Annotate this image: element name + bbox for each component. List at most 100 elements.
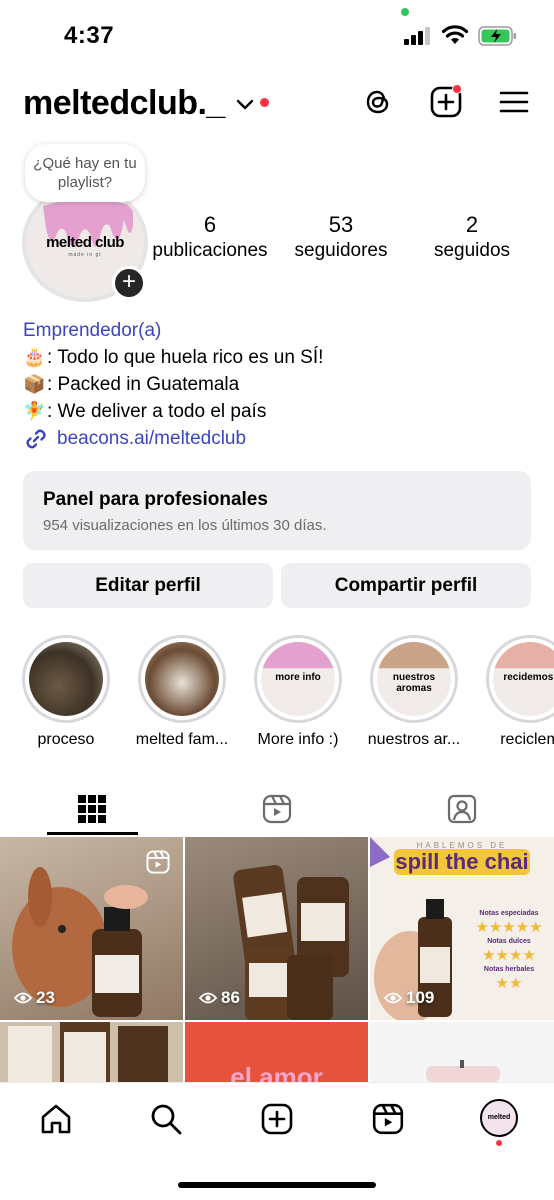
cellular-signal-icon [404,27,430,45]
highlight-item[interactable]: nuestros aromas nuestros ar... [366,635,462,749]
highlight-label: More info :) [257,731,339,748]
reel-badge-icon [146,850,170,874]
dashboard-title: Panel para profesionales [43,489,268,510]
profile-tabs [0,782,554,836]
highlight-item[interactable]: more info More info :) [250,635,346,749]
professional-dashboard[interactable]: Panel para profesionales 954 visualizaci… [23,471,531,550]
post-graphic-text: el amor [230,1062,323,1082]
battery-charging-icon [478,26,516,46]
highlight-photo [145,642,219,716]
highlight-label: reciclem [500,731,554,748]
active-tab-indicator [47,832,138,835]
profile-bio: Emprendedor(a) 🎂: Todo lo que huela rico… [23,318,323,425]
bio-category[interactable]: Emprendedor(a) [23,318,323,344]
post-tile[interactable] [370,1022,554,1082]
tab-tagged[interactable] [370,782,554,836]
post-views-count: 23 [36,988,55,1007]
following-count: 2 [465,212,479,237]
following-label: seguidos [433,240,511,261]
wifi-icon [441,25,469,44]
nav-create[interactable] [257,1099,297,1139]
post-views: 86 [199,988,240,1008]
bio-line-text: : Todo lo que huela rico es un SÍ! [47,347,324,368]
tagged-person-icon [447,794,477,824]
star-rating-icon: ★★ [495,975,523,992]
profile-header: meltedclub._ [0,72,554,134]
followers-label: seguidores [294,240,388,261]
nav-home[interactable] [36,1099,76,1139]
cake-icon: 🎂 [23,347,46,367]
post-views-count: 109 [406,988,435,1007]
reels-icon [372,1103,404,1135]
tab-reels[interactable] [185,782,369,836]
highlight-cover: recidemos! [486,635,554,723]
highlight-label: melted fam... [135,731,229,748]
posts-count: 6 [203,212,217,237]
reels-icon [262,794,292,824]
post-tile[interactable]: 23 [0,837,183,1020]
bio-line: 🧚: We deliver a todo el país [23,398,323,425]
highlight-cover [138,635,226,723]
post-views: 109 [384,988,434,1008]
posts-label: publicaciones [152,240,268,261]
nav-reels[interactable] [368,1099,408,1139]
create-notification-dot [452,84,462,94]
search-icon [151,1104,182,1135]
following-stat[interactable]: 2 seguidos [424,212,520,264]
nav-profile-avatar[interactable]: melted club [480,1099,518,1137]
menu-button[interactable] [496,84,532,120]
highlight-label: proceso [37,731,95,748]
bio-line-text: : Packed in Guatemala [47,374,240,395]
eye-icon [199,992,217,1004]
edit-profile-button[interactable]: Editar perfil [23,563,273,608]
plus-square-icon [261,1103,293,1135]
highlight-photo [29,642,103,716]
post-tile[interactable] [0,1022,183,1082]
posts-stat[interactable]: 6 publicaciones [150,212,270,264]
followers-stat[interactable]: 53 seguidores [288,212,394,264]
account-username[interactable]: meltedclub._ [23,84,225,123]
account-notification-dot [260,98,269,107]
threads-button[interactable] [360,84,396,120]
dashboard-subtitle: 954 visualizaciones en los últimos 30 dí… [43,517,327,534]
fairy-icon: 🧚 [23,401,46,421]
avatar-sub-text: made in gt [68,252,102,258]
note-label: Notas dulces [487,938,531,945]
highlight-cover-text: nuestros aromas [392,672,436,694]
note-label: Notas especiadas [479,910,539,917]
post-views-count: 86 [221,988,240,1007]
post-tile[interactable]: 86 [185,837,368,1020]
bio-link-text: beacons.ai/meltedclub [57,428,247,449]
bio-link[interactable]: beacons.ai/meltedclub [23,426,246,452]
note-bubble[interactable]: ¿Qué hay en tu playlist? [25,144,145,202]
threads-icon [366,90,389,114]
highlight-cover-text: recidemos! [503,672,554,683]
highlight-photo: nuestros aromas [377,642,451,716]
hamburger-menu-icon [499,91,529,113]
followers-count: 53 [328,212,354,237]
eye-icon [14,992,32,1004]
nav-search[interactable] [146,1099,186,1139]
post-photo-bottles-row [8,1022,168,1082]
highlight-item[interactable]: recidemos! reciclem [482,635,554,749]
home-indicator[interactable] [178,1182,376,1188]
highlight-cover-text: more info [275,672,321,683]
bio-line: 🎂: Todo lo que huela rico es un SÍ! [23,344,323,371]
bio-line: 📦: Packed in Guatemala [23,371,323,398]
highlight-item[interactable]: proceso [18,635,114,749]
post-graphic-notes: Notas especiadas ★★★★★ Notas dulces ★★★★… [466,909,552,993]
post-tile[interactable]: HABLEMOS DE spill the chai Notas especia… [370,837,554,1020]
chevron-down-icon[interactable] [236,98,254,110]
link-icon [26,429,46,449]
share-profile-button[interactable]: Compartir perfil [281,563,531,608]
profile-notification-dot [496,1140,502,1146]
eye-icon [384,992,402,1004]
tab-grid[interactable] [0,782,184,836]
package-icon: 📦 [23,374,46,394]
avatar-logo-text: melted club [46,234,124,251]
star-rating-icon: ★★★★★ [475,919,543,936]
add-story-button[interactable]: + [112,266,146,300]
highlight-cover: more info [254,635,342,723]
post-tile[interactable]: el amor [185,1022,368,1082]
highlight-item[interactable]: melted fam... [134,635,230,749]
